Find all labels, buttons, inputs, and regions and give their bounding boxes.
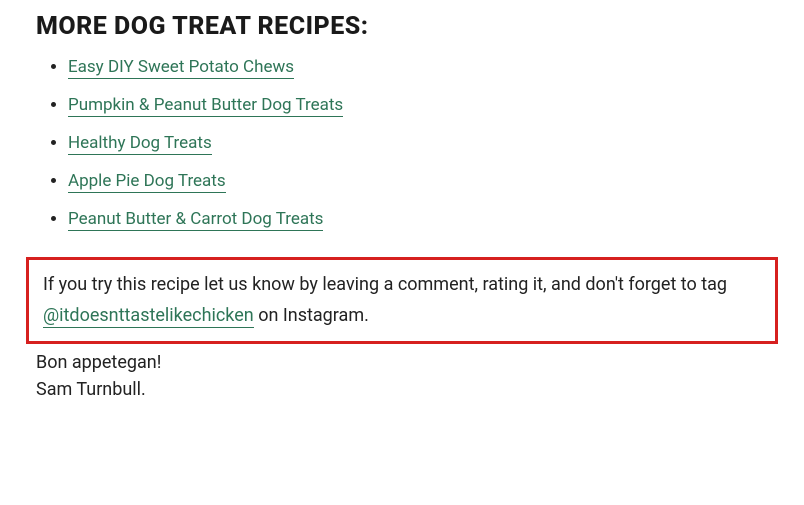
author-name: Sam Turnbull. xyxy=(36,379,768,400)
list-item: Peanut Butter & Carrot Dog Treats xyxy=(68,209,768,229)
article-content: MORE DOG TREAT RECIPES: Easy DIY Sweet P… xyxy=(0,0,804,424)
recipe-link[interactable]: Healthy Dog Treats xyxy=(68,133,212,155)
list-item: Easy DIY Sweet Potato Chews xyxy=(68,57,768,77)
callout-text-before: If you try this recipe let us know by le… xyxy=(43,274,727,295)
recipe-link-list: Easy DIY Sweet Potato Chews Pumpkin & Pe… xyxy=(36,57,768,229)
section-heading: MORE DOG TREAT RECIPES: xyxy=(36,12,768,41)
instagram-handle-link[interactable]: @itdoesnttastelikechicken xyxy=(43,305,254,328)
list-item: Pumpkin & Peanut Butter Dog Treats xyxy=(68,95,768,115)
list-item: Healthy Dog Treats xyxy=(68,133,768,153)
recipe-link[interactable]: Pumpkin & Peanut Butter Dog Treats xyxy=(68,95,343,117)
recipe-link[interactable]: Apple Pie Dog Treats xyxy=(68,171,226,193)
callout-text-after: on Instagram. xyxy=(254,305,369,326)
recipe-link[interactable]: Peanut Butter & Carrot Dog Treats xyxy=(68,209,323,231)
list-item: Apple Pie Dog Treats xyxy=(68,171,768,191)
signoff-text: Bon appetegan! xyxy=(36,352,768,373)
recipe-link[interactable]: Easy DIY Sweet Potato Chews xyxy=(68,57,294,79)
callout-box: If you try this recipe let us know by le… xyxy=(26,257,778,344)
